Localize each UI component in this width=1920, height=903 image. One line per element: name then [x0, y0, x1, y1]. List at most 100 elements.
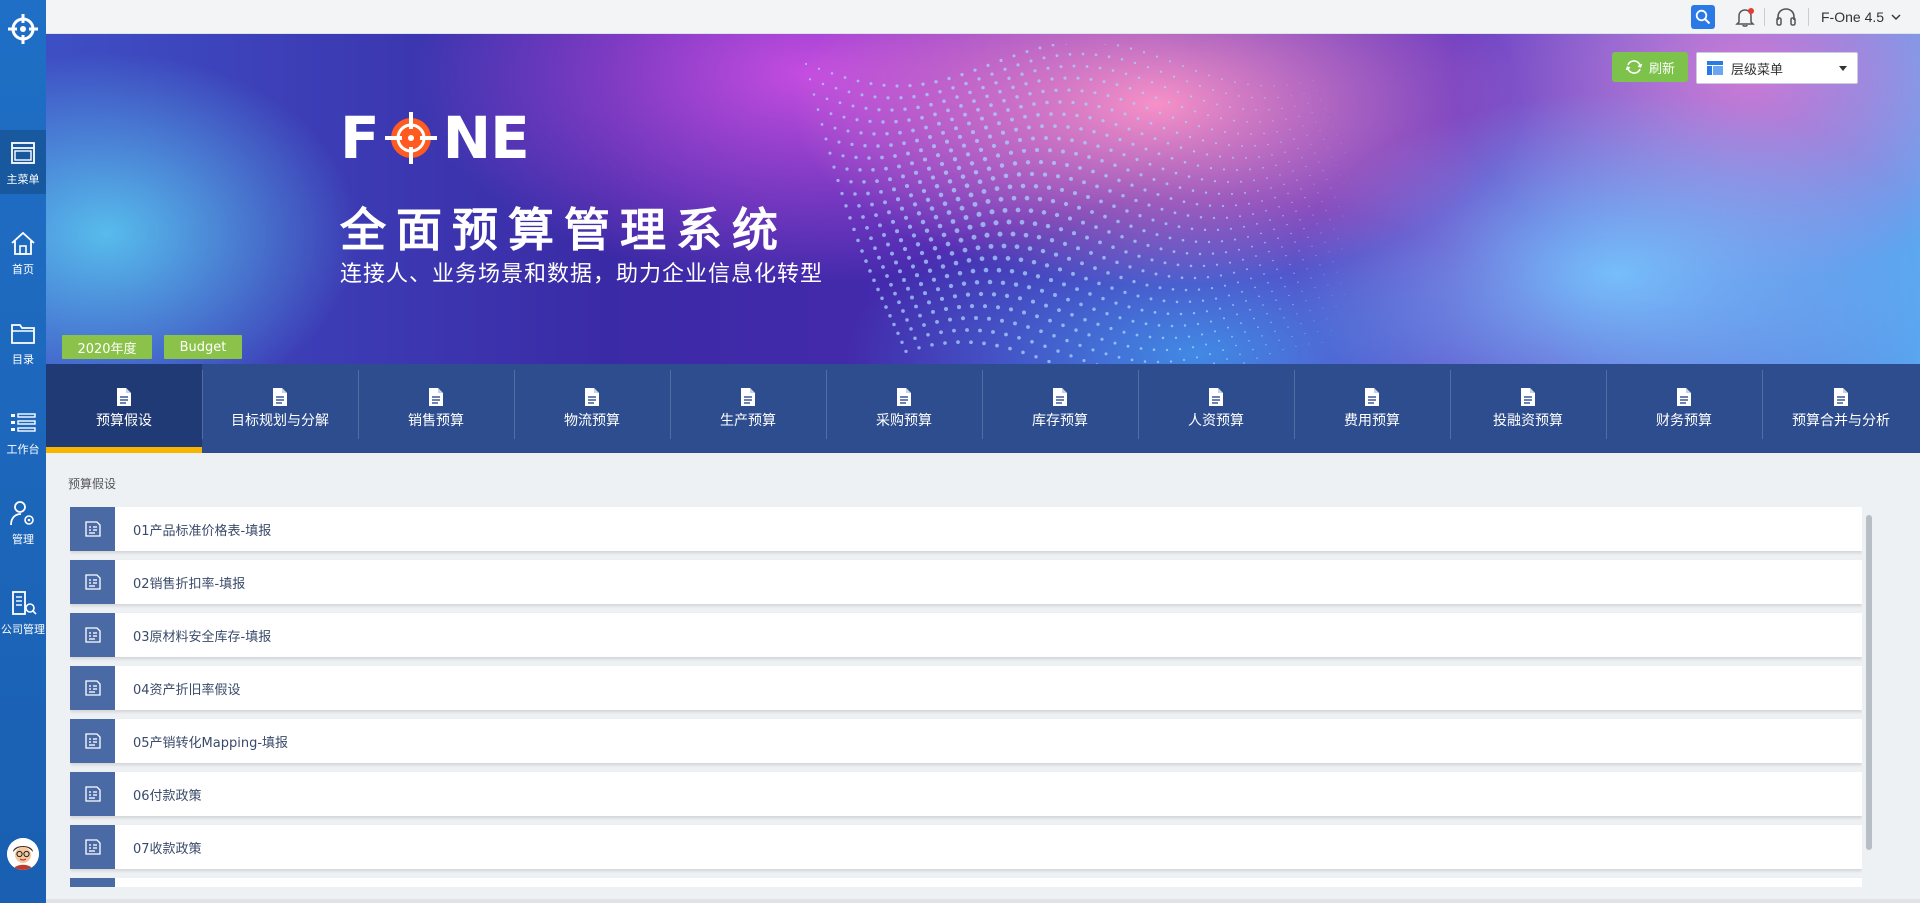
tab-module-label: 库存预算 — [1032, 413, 1088, 429]
sidebar-item-label: 工作台 — [6, 442, 40, 456]
list-item[interactable]: 07收款政策 — [70, 825, 1862, 869]
tab-module[interactable]: 人资预算 — [1138, 364, 1294, 453]
menu-mode-select[interactable]: 层级菜单 — [1696, 52, 1858, 84]
list-item[interactable]: 02销售折扣率-填报 — [70, 560, 1862, 604]
form-icon — [84, 627, 101, 643]
tab-module[interactable]: 投融资预算 — [1450, 364, 1606, 453]
list-item[interactable]: 01产品标准价格表-填报 — [70, 507, 1862, 551]
list-item-icon — [70, 666, 115, 710]
report-list: 01产品标准价格表-填报 02销售折扣率-填报 03原材料安全库存-填报 04资产折旧… — [70, 507, 1862, 887]
tab-module-label: 预算假设 — [96, 413, 152, 429]
tab-module[interactable]: 目标规划与分解 — [202, 364, 358, 453]
document-icon — [117, 388, 131, 406]
list-item-label: 05产销转化Mapping-填报 — [133, 735, 289, 751]
tab-module-label: 物流预算 — [564, 413, 620, 429]
brand-logo: F NE — [340, 104, 530, 172]
tab-module[interactable]: 财务预算 — [1606, 364, 1762, 453]
list-item[interactable] — [70, 878, 1862, 887]
user-name: F-One 4.5 — [1821, 9, 1885, 25]
tab-module[interactable]: 采购预算 — [826, 364, 982, 453]
document-icon — [273, 388, 287, 406]
user-gear-icon — [10, 500, 34, 525]
document-icon — [585, 388, 599, 406]
company-icon — [12, 590, 37, 615]
document-icon — [1209, 388, 1223, 406]
crosshair-logo-icon — [384, 112, 437, 164]
sidebar-item-label: 主菜单 — [6, 172, 40, 186]
sidebar-item-main-menu[interactable]: 主菜单 — [0, 130, 46, 194]
search-icon — [1695, 9, 1711, 25]
tab-module-label: 目标规划与分解 — [231, 413, 329, 429]
form-icon — [84, 839, 101, 855]
refresh-button[interactable]: 刷新 — [1612, 52, 1688, 82]
caret-down-icon — [1839, 66, 1847, 71]
sidebar-item-label: 公司管理 — [1, 622, 45, 636]
tab-module[interactable]: 预算合并与分析 — [1762, 364, 1920, 453]
tab-module[interactable]: 预算假设 — [46, 364, 202, 453]
menu-mode-value: 层级菜单 — [1731, 62, 1784, 78]
bottom-border — [46, 899, 1920, 903]
list-item-icon — [70, 560, 115, 604]
list-item-label: 06付款政策 — [133, 788, 202, 804]
document-icon — [1834, 388, 1848, 406]
list-icon — [11, 412, 36, 432]
sidebar-item-workbench[interactable]: 工作台 — [0, 400, 46, 464]
document-icon — [897, 388, 911, 406]
document-icon — [1677, 388, 1691, 406]
budget-tag[interactable]: Budget — [164, 335, 242, 359]
tab-module[interactable]: 物流预算 — [514, 364, 670, 453]
document-icon — [1365, 388, 1379, 406]
form-icon — [84, 733, 101, 749]
sidebar-item-company[interactable]: 公司管理 — [0, 580, 46, 644]
year-tag[interactable]: 2020年度 — [62, 335, 152, 359]
layout-grid-icon — [1707, 61, 1723, 75]
banner: F NE 全面预算管理系统 连接人、业务场景和数据，助力企业信息化转型 刷新 层… — [46, 34, 1920, 364]
tab-module-label: 投融资预算 — [1493, 413, 1563, 429]
list-item-icon — [70, 613, 115, 657]
list-item-icon — [70, 772, 115, 816]
folder-icon — [11, 323, 35, 344]
sidebar-item-manage[interactable]: 管理 — [0, 490, 46, 554]
tab-module-label: 人资预算 — [1188, 413, 1244, 429]
form-icon — [84, 521, 101, 537]
avatar[interactable] — [7, 838, 39, 870]
bell-icon[interactable] — [1734, 6, 1756, 28]
sidebar-item-label: 目录 — [12, 352, 34, 366]
headset-icon[interactable] — [1774, 5, 1798, 29]
list-item-icon — [70, 878, 115, 887]
list-item[interactable]: 03原材料安全库存-填报 — [70, 613, 1862, 657]
list-item-icon — [70, 719, 115, 763]
list-item[interactable]: 06付款政策 — [70, 772, 1862, 816]
home-icon — [11, 231, 35, 255]
list-item-label: 07收款政策 — [133, 841, 202, 857]
tab-module-label: 费用预算 — [1344, 413, 1400, 429]
tab-module[interactable]: 库存预算 — [982, 364, 1138, 453]
tab-module[interactable]: 费用预算 — [1294, 364, 1450, 453]
sidebar-item-label: 首页 — [12, 262, 34, 276]
document-icon — [429, 388, 443, 406]
list-item-label: 04资产折旧率假设 — [133, 682, 241, 698]
chevron-down-icon — [1891, 14, 1901, 20]
window-icon — [11, 141, 35, 164]
sidebar-item-catalog[interactable]: 目录 — [0, 310, 46, 374]
list-item-label: 01产品标准价格表-填报 — [133, 523, 272, 539]
document-icon — [1521, 388, 1535, 406]
list-item-label: 03原材料安全库存-填报 — [133, 629, 272, 645]
app-logo-icon[interactable] — [6, 12, 40, 46]
tab-module[interactable]: 销售预算 — [358, 364, 514, 453]
tab-module-label: 预算合并与分析 — [1792, 413, 1890, 429]
list-item[interactable]: 04资产折旧率假设 — [70, 666, 1862, 710]
list-item-icon — [70, 825, 115, 869]
list-item-label: 02销售折扣率-填报 — [133, 576, 246, 592]
banner-subtitle: 连接人、业务场景和数据，助力企业信息化转型 — [340, 262, 824, 287]
document-icon — [1053, 388, 1067, 406]
search-button[interactable] — [1691, 5, 1715, 29]
form-icon — [84, 786, 101, 802]
left-sidebar: 主菜单 首页 目录 工作台 管理 公司管理 — [0, 0, 46, 903]
sidebar-item-home[interactable]: 首页 — [0, 220, 46, 284]
user-menu[interactable]: F-One 4.5 — [1821, 0, 1901, 34]
list-item[interactable]: 05产销转化Mapping-填报 — [70, 719, 1862, 763]
scrollbar[interactable] — [1866, 515, 1872, 850]
logo-letter-f: F — [340, 104, 380, 172]
tab-module[interactable]: 生产预算 — [670, 364, 826, 453]
